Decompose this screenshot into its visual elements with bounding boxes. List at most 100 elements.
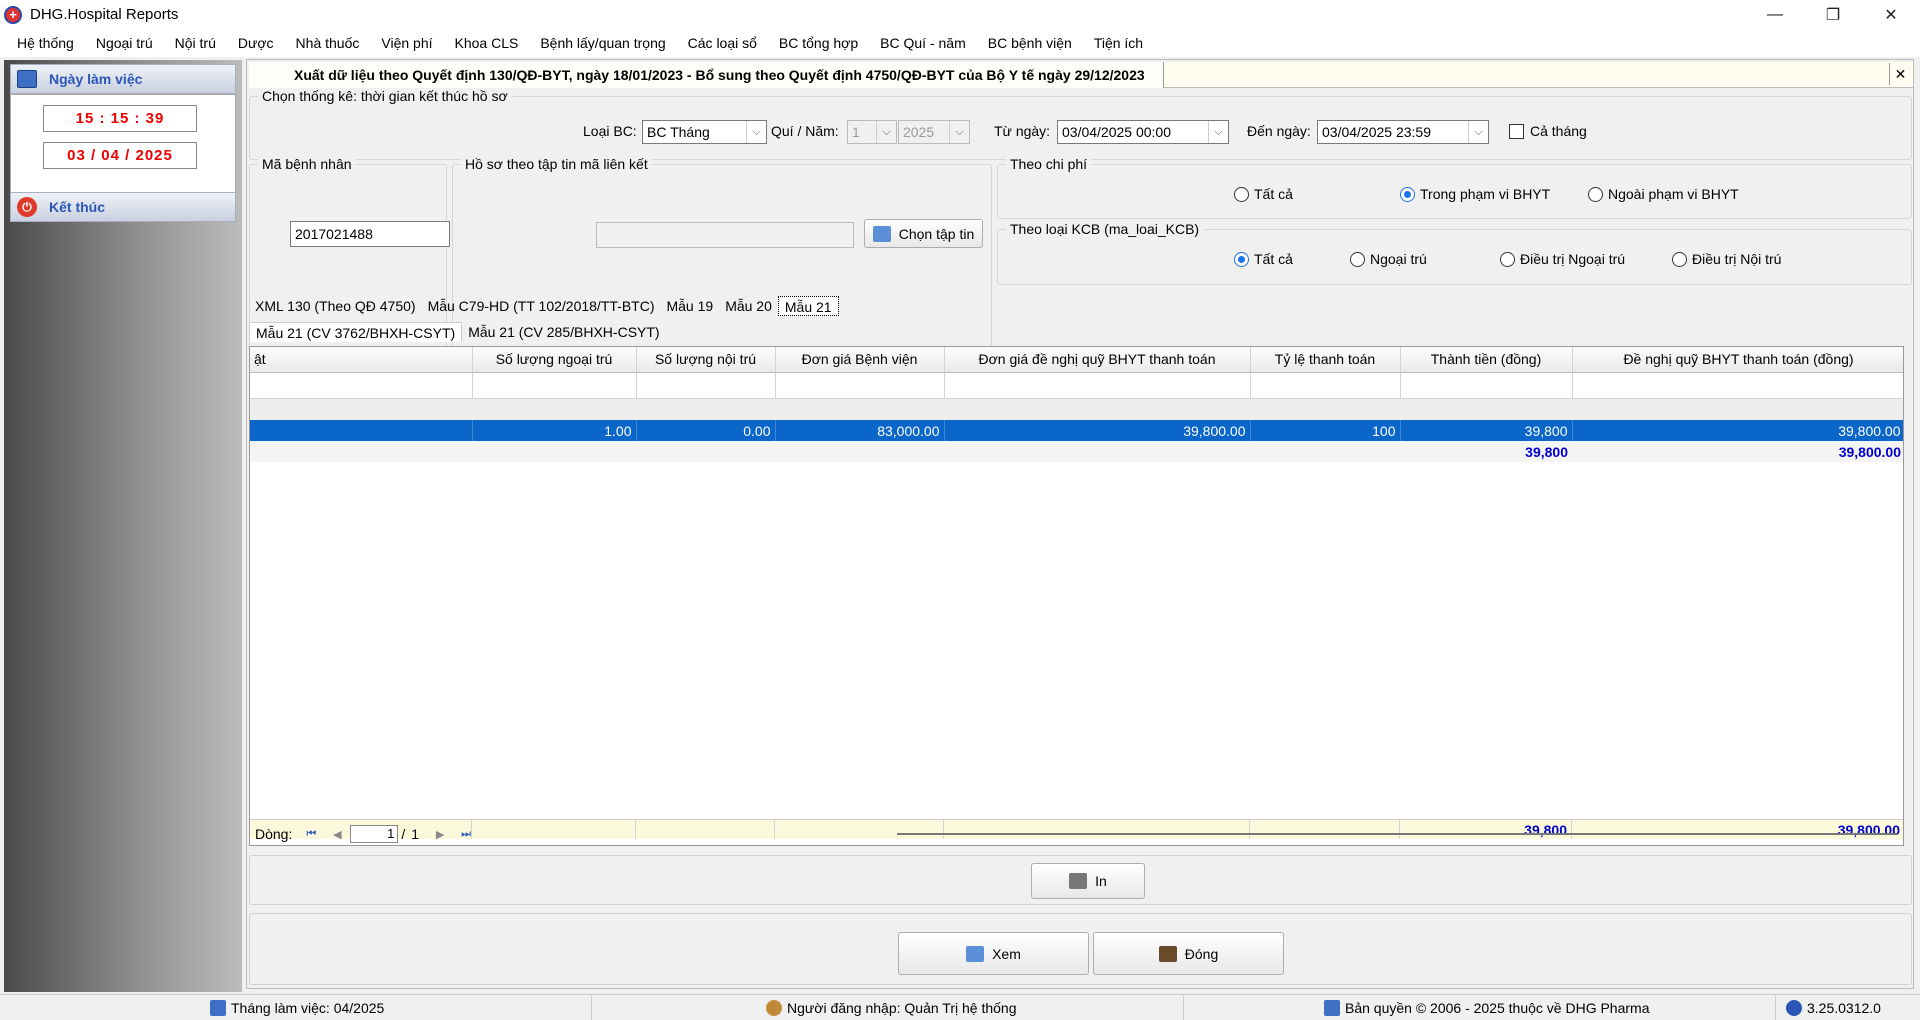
- filter-cell[interactable]: [1400, 372, 1573, 399]
- menu-noi-tru[interactable]: Nội trú: [164, 29, 227, 57]
- filter-cell[interactable]: [1250, 372, 1401, 399]
- menu-bc-tong-hop[interactable]: BC tổng hợp: [768, 29, 869, 57]
- restore-button[interactable]: ❐: [1804, 0, 1862, 29]
- year-select[interactable]: 2025 ⌵: [898, 120, 970, 144]
- stack-icon: [1324, 999, 1340, 1016]
- close-window-button[interactable]: ✕: [1862, 0, 1920, 29]
- monitor-icon: [872, 225, 891, 242]
- table-row[interactable]: 1.00 0.00 83,000.00 39,800.00 100 39,800…: [250, 420, 1903, 441]
- close-label: Đóng: [1184, 945, 1219, 962]
- whole-month-label: Cả tháng: [1530, 123, 1587, 139]
- info-icon: [1786, 999, 1802, 1016]
- grid-header: ật Số lượng ngoại trú Số lượng nội trú Đ…: [250, 347, 1903, 373]
- col-header-hospital-price[interactable]: Đơn giá Bệnh viện: [775, 347, 945, 373]
- group-row-cell: [250, 398, 1903, 420]
- minimize-button[interactable]: —: [1746, 0, 1804, 29]
- col-header-amount[interactable]: Thành tiền (đồng): [1400, 347, 1573, 373]
- choose-file-button[interactable]: Chọn tập tin: [864, 219, 983, 248]
- col-header-bhyt-price[interactable]: Đơn giá đề nghị quỹ BHYT thanh toán: [944, 347, 1251, 373]
- radio-dot-selected: [1234, 251, 1249, 267]
- page-number-input[interactable]: 1: [350, 825, 399, 843]
- patient-id-value: 2017021488: [295, 226, 373, 242]
- menu-vien-phi[interactable]: Viện phí: [370, 29, 443, 57]
- view-button[interactable]: Xem: [898, 932, 1089, 975]
- menu-nha-thuoc[interactable]: Nhà thuốc: [285, 29, 371, 57]
- document-title[interactable]: Xuất dữ liệu theo Quyết định 130/QĐ-BYT,…: [249, 61, 1164, 88]
- data-grid: ật Số lượng ngoại trú Số lượng nội trú Đ…: [249, 346, 1904, 846]
- monitor-icon: [966, 945, 985, 962]
- from-date-picker[interactable]: 03/04/2025 00:00 ⌵: [1057, 120, 1229, 144]
- menu-bc-benh-vien[interactable]: BC bệnh viện: [977, 29, 1083, 57]
- kcb-all-label: Tất cả: [1254, 251, 1293, 267]
- subtotal-row: 39,800 39,800.00: [250, 441, 1903, 462]
- col-header-payment-rate[interactable]: Tỷ lệ thanh toán: [1250, 347, 1401, 373]
- to-date-value: 03/04/2025 23:59: [1322, 124, 1431, 140]
- col-header-qty-inpatient[interactable]: Số lượng nội trú: [636, 347, 776, 373]
- filter-cell[interactable]: [775, 372, 945, 399]
- tab-c79-hd[interactable]: Mẫu C79-HD (TT 102/2018/TT-BTC): [422, 296, 661, 316]
- menu-khoa-cls[interactable]: Khoa CLS: [444, 29, 530, 57]
- menu-bc-qui-nam[interactable]: BC Quí - năm: [869, 29, 977, 57]
- print-button[interactable]: In: [1031, 863, 1145, 899]
- quarter-value: 1: [852, 124, 860, 140]
- choose-file-label: Chọn tập tin: [898, 225, 975, 242]
- tab-mau-21-cv285[interactable]: Mẫu 21 (CV 285/BHXH-CSYT): [462, 322, 665, 342]
- col-header-qty-outpatient[interactable]: Số lượng ngoại trú: [472, 347, 637, 373]
- filter-cell[interactable]: [636, 372, 776, 399]
- exit-item[interactable]: ⏻ Kết thúc: [10, 192, 236, 222]
- view-label: Xem: [992, 945, 1021, 962]
- patient-id-input[interactable]: 2017021488: [290, 221, 450, 247]
- tab-xml130[interactable]: XML 130 (Theo QĐ 4750): [249, 296, 422, 316]
- next-page-icon[interactable]: ▶: [430, 825, 450, 843]
- filter-cell[interactable]: [944, 372, 1251, 399]
- kcb-day-treatment-radio[interactable]: Điều trị Ngoại trú: [1500, 251, 1625, 267]
- col-header-name[interactable]: ật: [250, 347, 473, 373]
- tab-mau-21[interactable]: Mẫu 21: [777, 296, 839, 316]
- last-page-icon[interactable]: ⏭: [456, 825, 476, 843]
- first-page-icon[interactable]: ⏮: [301, 825, 321, 843]
- report-type-select[interactable]: BC Tháng ⌵: [642, 120, 767, 144]
- menu-cac-loai-so[interactable]: Các loại sổ: [677, 29, 768, 57]
- status-user-text: Người đăng nhập: Quản Trị hệ thống: [787, 999, 1017, 1016]
- cost-out-bhyt-radio[interactable]: Ngoài phạm vi BHYT: [1588, 186, 1739, 202]
- kcb-inpatient-radio[interactable]: Điều trị Nội trú: [1672, 251, 1781, 267]
- menu-he-thong[interactable]: Hệ thống: [6, 29, 85, 57]
- prev-page-icon[interactable]: ◀: [327, 825, 347, 843]
- cost-in-bhyt-label: Trong phạm vi BHYT: [1420, 186, 1551, 202]
- col-header-bhyt-request[interactable]: Đề nghị quỹ BHYT thanh toán (đồng): [1572, 347, 1903, 373]
- file-path-input[interactable]: [596, 222, 854, 248]
- status-user: Người đăng nhập: Quản Trị hệ thống: [592, 994, 1184, 1020]
- to-date-label: Đến ngày:: [1247, 123, 1311, 139]
- filter-cell[interactable]: [1572, 372, 1903, 399]
- kcb-all-radio[interactable]: Tất cả: [1234, 251, 1293, 267]
- filter-cell[interactable]: [472, 372, 637, 399]
- cost-in-bhyt-radio[interactable]: Trong phạm vi BHYT: [1400, 186, 1550, 202]
- workday-header[interactable]: Ngày làm việc: [10, 64, 236, 94]
- subtotal-spacer: [250, 441, 1400, 462]
- cell-qty-inpatient: 0.00: [636, 420, 776, 441]
- menu-ngoai-tru[interactable]: Ngoại trú: [85, 29, 164, 57]
- menu-tien-ich[interactable]: Tiện ích: [1083, 29, 1154, 57]
- close-document-icon[interactable]: ✕: [1889, 63, 1911, 85]
- kcb-outpatient-radio[interactable]: Ngoại trú: [1350, 251, 1427, 267]
- quarter-select[interactable]: 1 ⌵: [847, 120, 897, 144]
- menu-duoc[interactable]: Dược: [227, 29, 285, 57]
- to-date-picker[interactable]: 03/04/2025 23:59 ⌵: [1317, 120, 1489, 144]
- kcb-day-treatment-label: Điều trị Ngoại trú: [1520, 251, 1626, 267]
- filter-cell[interactable]: [250, 372, 473, 399]
- report-type-value: BC Tháng: [647, 124, 710, 140]
- horizontal-scrollbar[interactable]: [897, 833, 1897, 835]
- tab-mau-21-cv3762[interactable]: Mẫu 21 (CV 3762/BHXH-CSYT): [249, 322, 463, 342]
- tab-mau-19[interactable]: Mẫu 19: [660, 296, 719, 316]
- from-date-label: Từ ngày:: [994, 123, 1051, 139]
- report-tabs-row1: XML 130 (Theo QĐ 4750) Mẫu C79-HD (TT 10…: [249, 296, 839, 316]
- whole-month-checkbox[interactable]: Cả tháng: [1509, 123, 1587, 139]
- print-label: In: [1095, 873, 1107, 889]
- cost-all-radio[interactable]: Tất cả: [1234, 186, 1293, 202]
- grid-group-row: [250, 398, 1903, 420]
- cell-name: [250, 420, 473, 441]
- tab-mau-20[interactable]: Mẫu 20: [719, 296, 778, 316]
- close-button[interactable]: Đóng: [1093, 932, 1284, 975]
- menu-benh-lay[interactable]: Bệnh lấy/quan trọng: [529, 29, 676, 57]
- status-copyright: Bản quyền © 2006 - 2025 thuộc về DHG Pha…: [1184, 994, 1776, 1020]
